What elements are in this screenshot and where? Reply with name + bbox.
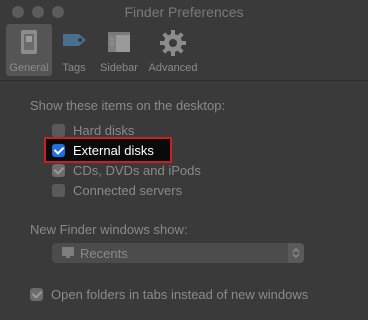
zoom-button[interactable] <box>52 6 64 18</box>
external-disks-label: External disks <box>73 142 154 158</box>
cds-dvds-ipods-option[interactable]: CDs, DVDs and iPods <box>52 161 201 179</box>
external-disks-checkbox[interactable] <box>52 143 65 157</box>
new-window-heading: New Finder windows show: <box>30 222 188 237</box>
tag-icon <box>63 34 86 46</box>
switch-icon <box>21 30 37 54</box>
connected-servers-checkbox[interactable] <box>52 183 65 197</box>
tab-label: Sidebar <box>100 62 138 74</box>
gear-icon <box>160 30 186 56</box>
cds-dvds-ipods-label: CDs, DVDs and iPods <box>73 162 201 178</box>
tab-advanced[interactable]: Advanced <box>144 24 202 76</box>
title-bar: Finder Preferences <box>0 0 368 24</box>
preferences-toolbar: General Tags Sidebar Advanced <box>0 24 368 80</box>
monitor-icon <box>62 247 74 258</box>
open-in-tabs-label: Open folders in tabs instead of new wind… <box>51 286 309 302</box>
hard-disks-label: Hard disks <box>73 122 135 138</box>
open-in-tabs-option[interactable]: Open folders in tabs instead of new wind… <box>30 285 308 303</box>
popup-selected-value: Recents <box>80 246 128 261</box>
cds-dvds-ipods-checkbox[interactable] <box>52 163 65 177</box>
sidebar-icon <box>108 32 130 52</box>
window-title: Finder Preferences <box>124 4 244 20</box>
tab-general[interactable]: General <box>6 24 52 76</box>
connected-servers-label: Connected servers <box>73 182 183 198</box>
desktop-items-heading: Show these items on the desktop: <box>30 98 226 113</box>
tab-tags[interactable]: Tags <box>56 24 92 76</box>
connected-servers-option[interactable]: Connected servers <box>52 181 182 199</box>
toolbar-divider <box>0 80 368 81</box>
external-disks-option[interactable]: External disks <box>52 141 154 159</box>
hard-disks-checkbox[interactable] <box>52 123 65 137</box>
popup-arrows-icon <box>288 243 304 263</box>
tab-label: General <box>9 62 49 74</box>
tab-label: Advanced <box>148 62 198 74</box>
new-window-popup[interactable]: Recents <box>52 243 304 263</box>
minimize-button[interactable] <box>32 6 44 18</box>
open-in-tabs-checkbox[interactable] <box>30 287 43 301</box>
close-button[interactable] <box>12 6 24 18</box>
tab-sidebar[interactable]: Sidebar <box>96 24 142 76</box>
tab-label: Tags <box>62 62 86 74</box>
